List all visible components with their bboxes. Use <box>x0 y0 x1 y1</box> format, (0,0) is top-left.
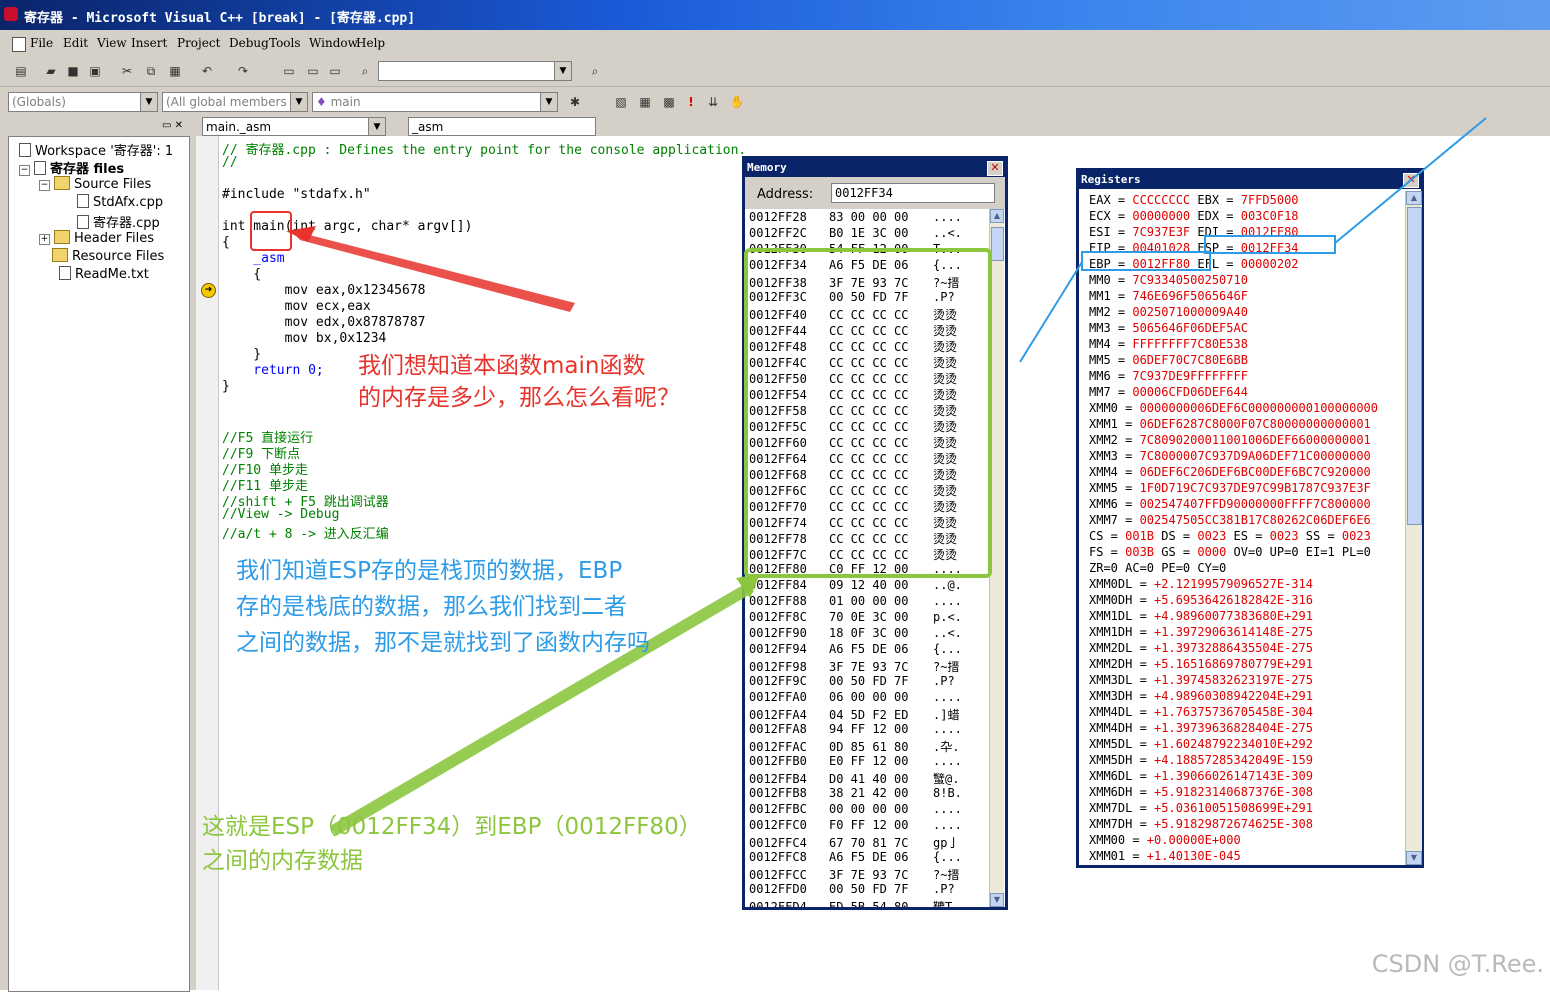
esp-highlight-box <box>1204 235 1336 254</box>
green-annotation: 这就是ESP（0012FF34）到EBP（0012FF80） 之间的内存数据 <box>202 810 702 878</box>
annotation-line: 这就是ESP（0012FF34）到EBP（0012FF80） <box>202 814 702 840</box>
annotation-line: 我们想知道本函数main函数 <box>358 353 646 379</box>
blue-line-ebp <box>1019 261 1083 363</box>
annotation-line: 的内存是多少，那么怎么看呢？ <box>358 385 680 411</box>
annotation-line: 之间的内存数据 <box>202 848 363 874</box>
watermark: CSDN @T.Ree. <box>1371 950 1544 978</box>
annotation-line: 之间的数据，那不是就找到了函数内存吗 <box>236 630 650 656</box>
annotation-line: 存的是栈底的数据，那么我们找到二者 <box>236 594 627 620</box>
ebp-highlight-box <box>1081 251 1211 271</box>
blue-line-esp <box>1334 117 1487 244</box>
blue-annotation: 我们知道ESP存的是栈顶的数据，EBP 存的是栈底的数据，那么我们找到二者 之间… <box>236 553 650 661</box>
annotation-line: 我们知道ESP存的是栈顶的数据，EBP <box>236 558 623 584</box>
red-annotation: 我们想知道本函数main函数 的内存是多少，那么怎么看呢？ <box>358 350 680 414</box>
red-arrow <box>290 230 575 312</box>
esp-ebp-highlight-box <box>744 248 992 578</box>
